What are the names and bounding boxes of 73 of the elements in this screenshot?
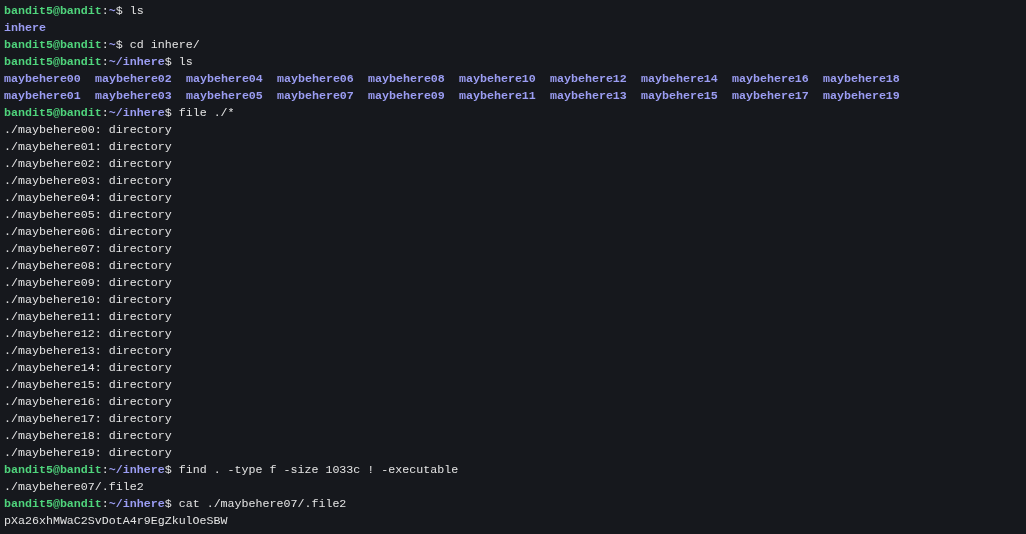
- prompt-separator: :: [101, 105, 109, 121]
- directory-entry: maybehere13: [550, 88, 628, 104]
- output-text: ./maybehere14: directory: [4, 360, 172, 376]
- prompt-user-host: bandit5@bandit: [4, 3, 102, 19]
- directory-entry: maybehere07: [277, 88, 355, 104]
- directory-entry: maybehere10: [459, 71, 537, 87]
- directory-entry: maybehere01: [4, 88, 82, 104]
- output-text: ./maybehere17: directory: [4, 411, 172, 427]
- output-text: ./maybehere05: directory: [4, 207, 172, 223]
- prompt-user-host: bandit5@bandit: [4, 54, 102, 70]
- output-text: ./maybehere00: directory: [4, 122, 172, 138]
- prompt-path: ~/inhere: [108, 496, 165, 512]
- directory-entry: maybehere08: [368, 71, 446, 87]
- prompt-separator: :: [101, 37, 109, 53]
- output-text: ./maybehere03: directory: [4, 173, 172, 189]
- prompt-path: ~: [108, 37, 116, 53]
- output-text: ./maybehere12: directory: [4, 326, 172, 342]
- prompt-symbol: $: [115, 3, 123, 19]
- prompt-separator: :: [101, 462, 109, 478]
- output-text: ./maybehere11: directory: [4, 309, 172, 325]
- output-text: ./maybehere16: directory: [4, 394, 172, 410]
- output-text: ./maybehere13: directory: [4, 343, 172, 359]
- prompt-symbol: $: [164, 54, 172, 70]
- output-text: ./maybehere18: directory: [4, 428, 172, 444]
- output-text: ./maybehere15: directory: [4, 377, 172, 393]
- output-text: ./maybehere07/.file2: [4, 479, 144, 495]
- directory-entry: maybehere15: [641, 88, 719, 104]
- output-text: ./maybehere19: directory: [4, 445, 172, 461]
- directory-entry: maybehere09: [368, 88, 446, 104]
- command-text: ls: [178, 54, 193, 70]
- directory-entry: maybehere16: [732, 71, 810, 87]
- directory-entry: maybehere11: [459, 88, 537, 104]
- prompt-user-host: bandit5@bandit: [4, 105, 102, 121]
- prompt-user-host: bandit5@bandit: [4, 462, 102, 478]
- directory-entry: inhere: [4, 20, 47, 36]
- directory-entry: maybehere06: [277, 71, 355, 87]
- prompt-symbol: $: [164, 105, 172, 121]
- prompt-separator: :: [101, 496, 109, 512]
- directory-entry: maybehere00: [4, 71, 82, 87]
- command-text: find . -type f -size 1033c ! -executable: [178, 462, 459, 478]
- prompt-path: ~/inhere: [108, 54, 165, 70]
- prompt-symbol: $: [115, 37, 123, 53]
- command-text: cat ./maybehere07/.file2: [178, 496, 347, 512]
- command-text: ls: [129, 3, 144, 19]
- prompt-user-host: bandit5@bandit: [4, 496, 102, 512]
- output-text: ./maybehere07: directory: [4, 241, 172, 257]
- prompt-path: ~/inhere: [108, 462, 165, 478]
- prompt-user-host: bandit5@bandit: [4, 37, 102, 53]
- directory-entry: maybehere05: [186, 88, 264, 104]
- directory-entry: maybehere04: [186, 71, 264, 87]
- prompt-separator: :: [101, 54, 109, 70]
- prompt-path: ~/inhere: [108, 105, 165, 121]
- directory-entry: maybehere02: [95, 71, 173, 87]
- directory-entry: maybehere03: [95, 88, 173, 104]
- command-text: cd inhere/: [129, 37, 200, 53]
- output-text: ./maybehere08: directory: [4, 258, 172, 274]
- prompt-symbol: $: [164, 496, 172, 512]
- prompt-path: ~: [108, 3, 116, 19]
- prompt-symbol: $: [164, 462, 172, 478]
- directory-entry: maybehere18: [823, 71, 901, 87]
- output-text: ./maybehere06: directory: [4, 224, 172, 240]
- prompt-separator: :: [101, 3, 109, 19]
- output-text: pXa26xhMWaC2SvDotA4r9EgZkulOeSBW: [4, 513, 228, 529]
- output-text: ./maybehere09: directory: [4, 275, 172, 291]
- command-text: file ./*: [178, 105, 235, 121]
- directory-entry: maybehere14: [641, 71, 719, 87]
- directory-entry: maybehere17: [732, 88, 810, 104]
- output-text: ./maybehere01: directory: [4, 139, 172, 155]
- output-text: ./maybehere10: directory: [4, 292, 172, 308]
- output-text: ./maybehere02: directory: [4, 156, 172, 172]
- directory-entry: maybehere12: [550, 71, 628, 87]
- output-text: ./maybehere04: directory: [4, 190, 172, 206]
- directory-entry: maybehere19: [823, 88, 901, 104]
